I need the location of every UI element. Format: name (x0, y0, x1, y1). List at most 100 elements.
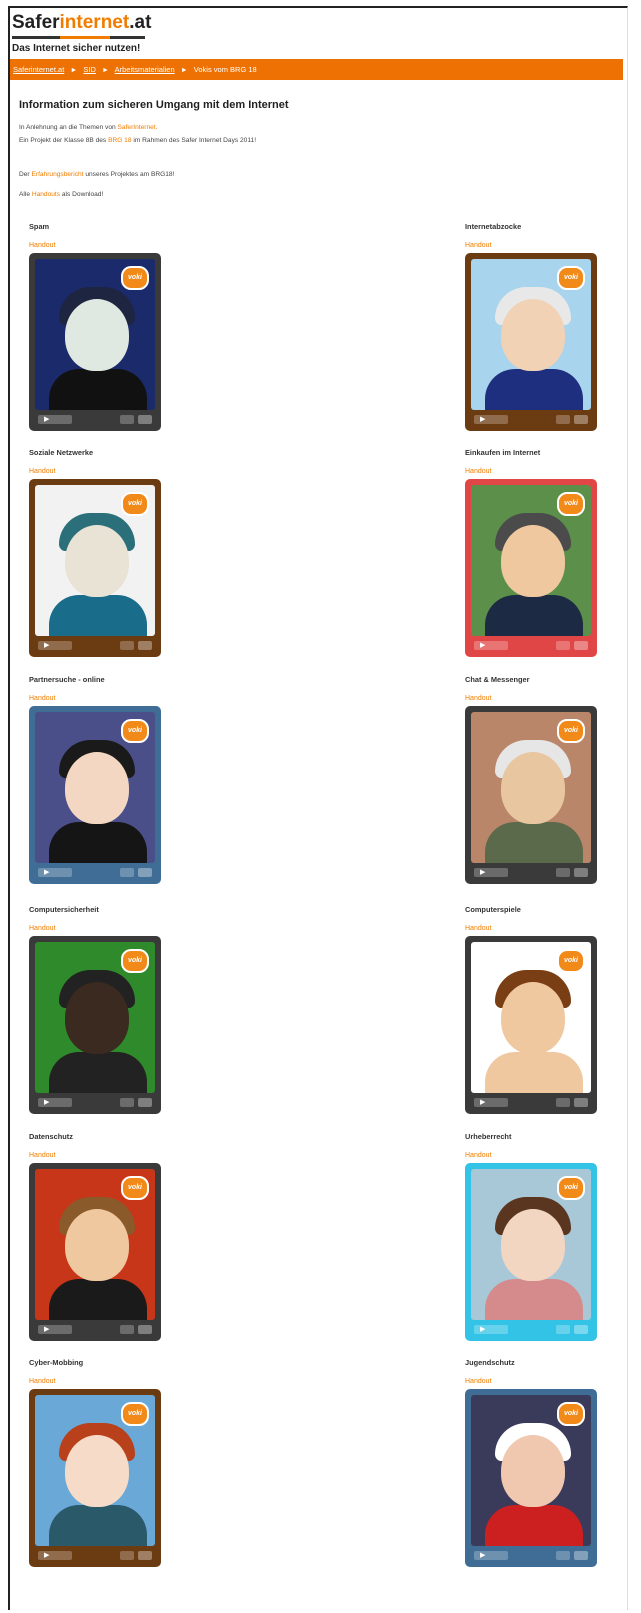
avatar-body (49, 369, 147, 410)
play-icon[interactable]: ▶ (480, 642, 485, 649)
play-icon[interactable]: ▶ (480, 1099, 485, 1106)
voki-controls: ▶ (32, 863, 158, 881)
handout-link[interactable]: Handout (29, 1152, 55, 1159)
voki-avatar-image: voki (471, 712, 591, 863)
avatar-body (485, 1279, 583, 1320)
menu-button[interactable] (556, 1325, 570, 1334)
breadcrumb-separator: ► (70, 67, 78, 74)
breadcrumb-link-arbeitsmaterialien[interactable]: Arbeitsmaterialien (115, 65, 175, 74)
play-icon[interactable]: ▶ (44, 869, 49, 876)
voki-controls: ▶ (468, 410, 594, 428)
voki-player[interactable]: voki ▶ (29, 936, 161, 1114)
chat-icon[interactable] (574, 1325, 588, 1334)
handout-link[interactable]: Handout (465, 925, 491, 932)
site-logo[interactable]: Saferinternet.at (12, 12, 151, 34)
menu-button[interactable] (556, 1098, 570, 1107)
chat-icon[interactable] (574, 1551, 588, 1560)
voki-logo-icon: voki (121, 492, 149, 516)
logo-underline (12, 36, 145, 39)
menu-button[interactable] (556, 415, 570, 424)
play-icon[interactable]: ▶ (44, 1552, 49, 1559)
voki-controls: ▶ (32, 1093, 158, 1111)
avatar-face (65, 1209, 129, 1281)
handout-link[interactable]: Handout (465, 468, 491, 475)
chat-icon[interactable] (138, 868, 152, 877)
voki-avatar-image: voki (471, 259, 591, 410)
menu-button[interactable] (120, 868, 134, 877)
voki-player[interactable]: voki ▶ (29, 479, 161, 657)
handout-link[interactable]: Handout (29, 468, 55, 475)
voki-player[interactable]: voki ▶ (29, 706, 161, 884)
topic-title: Chat & Messenger (465, 675, 530, 684)
intro-text: Ein Projekt der Klasse 8B des (19, 137, 109, 144)
voki-logo-icon: voki (121, 1176, 149, 1200)
erfahrungsbericht-link[interactable]: Erfahrungsbericht (31, 171, 83, 178)
chat-icon[interactable] (574, 641, 588, 650)
voki-player[interactable]: voki ▶ (29, 1163, 161, 1341)
voki-player[interactable]: voki ▶ (29, 1389, 161, 1567)
voki-controls: ▶ (468, 1546, 594, 1564)
voki-player[interactable]: voki ▶ (465, 1389, 597, 1567)
voki-avatar-image: voki (35, 259, 155, 410)
menu-button[interactable] (120, 1325, 134, 1334)
menu-button[interactable] (120, 641, 134, 650)
handout-link[interactable]: Handout (465, 1378, 491, 1385)
chat-icon[interactable] (138, 1325, 152, 1334)
avatar-body (485, 822, 583, 863)
voki-player[interactable]: voki ▶ (465, 253, 597, 431)
intro-text: als Download! (60, 191, 104, 198)
logo-text-internet: internet (59, 12, 130, 33)
handout-link[interactable]: Handout (465, 1152, 491, 1159)
play-icon[interactable]: ▶ (480, 869, 485, 876)
menu-button[interactable] (120, 1098, 134, 1107)
voki-controls: ▶ (468, 1320, 594, 1338)
handout-link[interactable]: Handout (29, 695, 55, 702)
intro-text: im Rahmen des Safer Internet Days 2011! (131, 137, 257, 144)
chat-icon[interactable] (574, 415, 588, 424)
voki-controls: ▶ (468, 1093, 594, 1111)
handout-link[interactable]: Handout (29, 242, 55, 249)
avatar-face (65, 982, 129, 1054)
handout-link[interactable]: Handout (29, 925, 55, 932)
voki-avatar-image: voki (471, 1169, 591, 1320)
menu-button[interactable] (556, 868, 570, 877)
play-icon[interactable]: ▶ (480, 416, 485, 423)
handout-link[interactable]: Handout (465, 695, 491, 702)
play-icon[interactable]: ▶ (480, 1326, 485, 1333)
chat-icon[interactable] (138, 1551, 152, 1560)
voki-avatar-image: voki (35, 712, 155, 863)
intro-text: Der (19, 171, 32, 178)
menu-button[interactable] (556, 641, 570, 650)
voki-player[interactable]: voki ▶ (465, 706, 597, 884)
chat-icon[interactable] (138, 1098, 152, 1107)
play-icon[interactable]: ▶ (44, 1099, 49, 1106)
voki-player[interactable]: voki ▶ (465, 1163, 597, 1341)
handout-link[interactable]: Handout (29, 1378, 55, 1385)
intro-text: unseres Projektes am BRG18! (83, 171, 175, 178)
menu-button[interactable] (556, 1551, 570, 1560)
voki-avatar-image: voki (35, 942, 155, 1093)
topic-title: Datenschutz (29, 1132, 73, 1141)
voki-player[interactable]: voki ▶ (29, 253, 161, 431)
breadcrumb-link-home[interactable]: Saferinternet.at (13, 65, 64, 74)
breadcrumb-separator: ► (102, 67, 109, 74)
play-icon[interactable]: ▶ (44, 1326, 49, 1333)
menu-button[interactable] (120, 1551, 134, 1560)
play-icon[interactable]: ▶ (480, 1552, 485, 1559)
voki-logo-icon: voki (121, 266, 149, 290)
chat-icon[interactable] (138, 415, 152, 424)
chat-icon[interactable] (574, 1098, 588, 1107)
chat-icon[interactable] (138, 641, 152, 650)
voki-player[interactable]: voki ▶ (465, 936, 597, 1114)
breadcrumb-link-sid[interactable]: SID (83, 65, 96, 74)
avatar-face (65, 1435, 129, 1507)
brg18-link[interactable]: BRG 18 (108, 137, 131, 144)
chat-icon[interactable] (574, 868, 588, 877)
handout-link[interactable]: Handout (465, 242, 491, 249)
play-icon[interactable]: ▶ (44, 416, 49, 423)
voki-player[interactable]: voki ▶ (465, 479, 597, 657)
saferinternet-link[interactable]: SaferInternet. (118, 124, 158, 131)
menu-button[interactable] (120, 415, 134, 424)
play-icon[interactable]: ▶ (44, 642, 49, 649)
handouts-download-link[interactable]: Handouts (32, 191, 60, 198)
